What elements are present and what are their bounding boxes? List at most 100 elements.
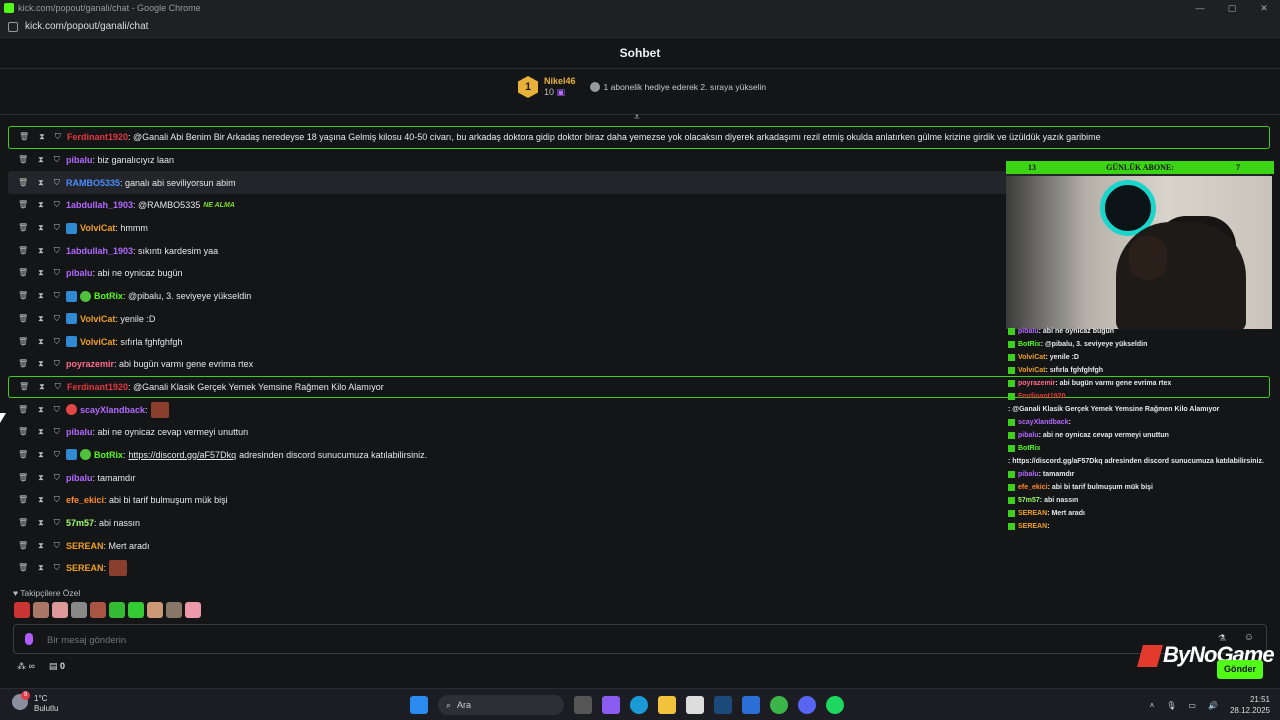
timeout-icon[interactable]: ⧗ bbox=[38, 291, 44, 301]
points-icon[interactable]: ⁂ ∞ bbox=[17, 661, 35, 672]
timeout-icon[interactable]: ⧗ bbox=[38, 314, 44, 324]
timeout-icon[interactable]: ⧗ bbox=[38, 223, 44, 233]
username[interactable]: Ferdinant1920 bbox=[67, 382, 128, 392]
mic-icon[interactable] bbox=[25, 633, 33, 645]
message-input-box[interactable]: ⚗ ☺ bbox=[13, 624, 1267, 654]
maximize-button[interactable]: ▢ bbox=[1216, 0, 1248, 16]
ban-icon[interactable]: ⛉ bbox=[54, 337, 60, 347]
ban-icon[interactable]: ⛉ bbox=[55, 382, 61, 392]
steam-icon[interactable] bbox=[714, 696, 732, 714]
delete-icon[interactable]: 🗑 bbox=[18, 359, 28, 369]
mail-icon[interactable] bbox=[742, 696, 760, 714]
username[interactable]: SEREAN bbox=[66, 541, 104, 551]
delete-icon[interactable]: 🗑 bbox=[18, 246, 28, 256]
username[interactable]: 1abdullah_1903 bbox=[66, 246, 133, 256]
ban-icon[interactable]: ⛉ bbox=[54, 473, 60, 483]
spotify-icon[interactable] bbox=[826, 696, 844, 714]
minimize-button[interactable]: — bbox=[1184, 0, 1216, 16]
site-settings-icon[interactable] bbox=[8, 22, 18, 32]
send-button[interactable]: Gönder bbox=[1217, 660, 1263, 679]
username[interactable]: pibalu bbox=[66, 155, 93, 165]
windows-start-icon[interactable] bbox=[410, 696, 428, 714]
ban-icon[interactable]: ⛉ bbox=[54, 518, 60, 528]
ban-icon[interactable]: ⛉ bbox=[54, 450, 60, 460]
copilot-icon[interactable] bbox=[602, 696, 620, 714]
ban-icon[interactable]: ⛉ bbox=[54, 495, 60, 505]
timeout-icon[interactable]: ⧗ bbox=[38, 450, 44, 460]
ban-icon[interactable]: ⛉ bbox=[54, 563, 60, 573]
ban-icon[interactable]: ⛉ bbox=[54, 314, 60, 324]
username[interactable]: scayXlandback bbox=[80, 405, 145, 415]
address-bar[interactable]: kick.com/popout/ganali/chat bbox=[0, 16, 1280, 38]
timeout-icon[interactable]: ⧗ bbox=[38, 246, 44, 256]
delete-icon[interactable]: 🗑 bbox=[18, 563, 28, 573]
delete-icon[interactable]: 🗑 bbox=[18, 178, 28, 188]
timeout-icon[interactable]: ⧗ bbox=[38, 518, 44, 528]
url-text[interactable]: kick.com/popout/ganali/chat bbox=[25, 21, 148, 32]
ban-icon[interactable]: ⛉ bbox=[54, 178, 60, 188]
file-explorer-icon[interactable] bbox=[658, 696, 676, 714]
timeout-icon[interactable]: ⧗ bbox=[38, 563, 44, 573]
username[interactable]: VolviCat bbox=[80, 337, 115, 347]
ban-icon[interactable]: ⛉ bbox=[54, 223, 60, 233]
emote-icon[interactable] bbox=[14, 602, 30, 618]
timeout-icon[interactable]: ⧗ bbox=[39, 382, 45, 392]
collapse-arrow-icon[interactable]: ⩡ bbox=[634, 112, 640, 123]
timeout-icon[interactable]: ⧗ bbox=[38, 155, 44, 165]
username[interactable]: 1abdullah_1903 bbox=[66, 200, 133, 210]
username[interactable]: efe_ekici bbox=[66, 495, 104, 505]
emote-icon[interactable] bbox=[109, 602, 125, 618]
timeout-icon[interactable]: ⧗ bbox=[38, 405, 44, 415]
delete-icon[interactable]: 🗑 bbox=[18, 291, 28, 301]
message-input[interactable] bbox=[47, 632, 1147, 648]
emote-icon[interactable] bbox=[33, 602, 49, 618]
username[interactable]: VolviCat bbox=[80, 314, 115, 324]
ban-icon[interactable]: ⛉ bbox=[55, 132, 61, 142]
delete-icon[interactable]: 🗑 bbox=[18, 541, 28, 551]
ban-icon[interactable]: ⛉ bbox=[54, 291, 60, 301]
emote-icon[interactable] bbox=[52, 602, 68, 618]
username[interactable]: pibalu bbox=[66, 427, 93, 437]
username[interactable]: pibalu bbox=[66, 473, 93, 483]
timeout-icon[interactable]: ⧗ bbox=[38, 200, 44, 210]
chevron-up-icon[interactable]: ˄ bbox=[1150, 701, 1155, 710]
task-view-icon[interactable] bbox=[574, 696, 592, 714]
timeout-icon[interactable]: ⧗ bbox=[38, 359, 44, 369]
gifter-name[interactable]: Nikel46 bbox=[544, 76, 576, 87]
delete-icon[interactable]: 🗑 bbox=[19, 132, 29, 142]
username[interactable]: SEREAN bbox=[66, 563, 104, 573]
emote-icon[interactable] bbox=[71, 602, 87, 618]
chat-message[interactable]: 🗑 ⧗ ⛉ SEREAN: Mert aradı bbox=[8, 534, 1270, 557]
username[interactable]: poyrazemir bbox=[66, 359, 114, 369]
timeout-icon[interactable]: ⧗ bbox=[38, 473, 44, 483]
delete-icon[interactable]: 🗑 bbox=[18, 223, 28, 233]
timeout-icon[interactable]: ⧗ bbox=[38, 337, 44, 347]
delete-icon[interactable]: 🗑 bbox=[18, 155, 28, 165]
delete-icon[interactable]: 🗑 bbox=[19, 382, 29, 392]
emote-icon[interactable] bbox=[90, 602, 106, 618]
username[interactable]: BotRix bbox=[94, 291, 123, 301]
ban-icon[interactable]: ⛉ bbox=[54, 246, 60, 256]
username[interactable]: VolviCat bbox=[80, 223, 115, 233]
timeout-icon[interactable]: ⧗ bbox=[38, 495, 44, 505]
ban-icon[interactable]: ⛉ bbox=[54, 541, 60, 551]
username[interactable]: 57m57 bbox=[66, 518, 94, 528]
ban-icon[interactable]: ⛉ bbox=[54, 427, 60, 437]
ban-icon[interactable]: ⛉ bbox=[54, 405, 60, 415]
timeout-icon[interactable]: ⧗ bbox=[39, 132, 45, 142]
delete-icon[interactable]: 🗑 bbox=[18, 337, 28, 347]
volume-icon[interactable]: 🔊 bbox=[1208, 701, 1218, 710]
ban-icon[interactable]: ⛉ bbox=[54, 268, 60, 278]
timeout-icon[interactable]: ⧗ bbox=[38, 178, 44, 188]
store-app-icon[interactable] bbox=[686, 696, 704, 714]
message-link[interactable]: https://discord.gg/aF57Dkq bbox=[129, 450, 237, 460]
ban-icon[interactable]: ⛉ bbox=[54, 359, 60, 369]
chat-message[interactable]: 🗑 ⧗ ⛉ Ferdinant1920: @Ganali Abi Benim Bir … bbox=[8, 126, 1270, 149]
taskbar-search[interactable]: ⌕ Ara bbox=[438, 695, 564, 715]
clock[interactable]: 21:51 28.12.2025 bbox=[1230, 694, 1270, 716]
close-button[interactable]: ✕ bbox=[1248, 0, 1280, 16]
edge-icon[interactable] bbox=[630, 696, 648, 714]
delete-icon[interactable]: 🗑 bbox=[18, 450, 28, 460]
delete-icon[interactable]: 🗑 bbox=[18, 427, 28, 437]
delete-icon[interactable]: 🗑 bbox=[18, 200, 28, 210]
